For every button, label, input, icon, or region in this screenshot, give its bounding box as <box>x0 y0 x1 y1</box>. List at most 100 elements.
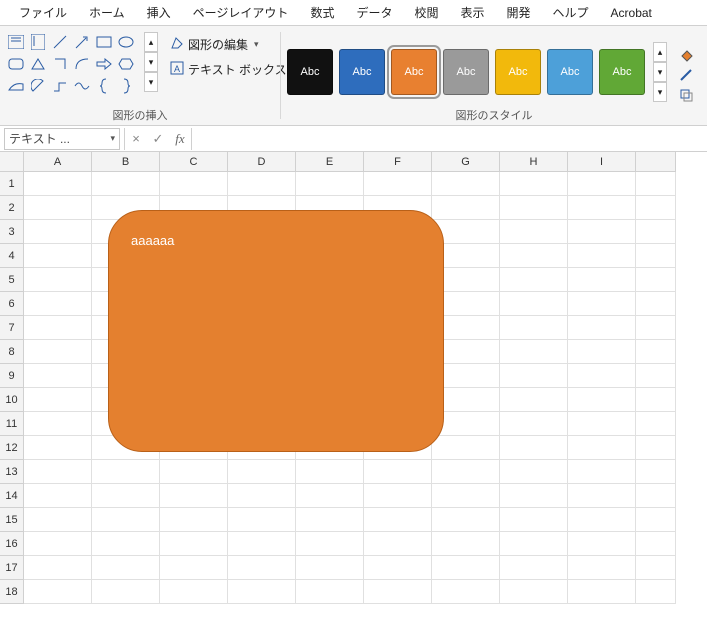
style-swatch-lightblue[interactable]: Abc <box>547 49 593 95</box>
cell[interactable] <box>92 172 160 196</box>
cell[interactable] <box>160 172 228 196</box>
shape-text[interactable]: aaaaaa <box>131 233 174 248</box>
row-header[interactable]: 12 <box>0 436 24 460</box>
cell[interactable] <box>24 460 92 484</box>
cell[interactable] <box>636 220 676 244</box>
cell[interactable] <box>500 292 568 316</box>
cell[interactable] <box>364 532 432 556</box>
cell[interactable] <box>500 412 568 436</box>
cell[interactable] <box>568 532 636 556</box>
cell[interactable] <box>92 460 160 484</box>
textbox-button[interactable]: A テキスト ボックス ▾ <box>170 61 297 78</box>
col-header[interactable]: F <box>364 152 432 172</box>
col-header[interactable]: G <box>432 152 500 172</box>
cell[interactable] <box>228 172 296 196</box>
cell[interactable] <box>432 196 500 220</box>
col-header[interactable]: A <box>24 152 92 172</box>
row-header[interactable]: 11 <box>0 412 24 436</box>
cell[interactable] <box>24 220 92 244</box>
cell[interactable] <box>228 508 296 532</box>
cell[interactable] <box>24 532 92 556</box>
style-swatch-blue[interactable]: Abc <box>339 49 385 95</box>
cell[interactable] <box>228 580 296 604</box>
fx-button[interactable]: fx <box>169 128 191 150</box>
cell[interactable] <box>228 556 296 580</box>
shape-roundrect-icon[interactable] <box>6 54 26 74</box>
cell[interactable] <box>364 556 432 580</box>
shape-wave-icon[interactable] <box>72 76 92 96</box>
row-header[interactable]: 17 <box>0 556 24 580</box>
tab-help[interactable]: ヘルプ <box>542 0 600 26</box>
shapes-gallery[interactable] <box>6 32 136 96</box>
cell[interactable] <box>636 532 676 556</box>
row-header[interactable]: 2 <box>0 196 24 220</box>
shape-corner-icon[interactable] <box>50 54 70 74</box>
worksheet[interactable]: A B C D E F G H I 1234567891011121314151… <box>0 152 707 604</box>
row-header[interactable]: 18 <box>0 580 24 604</box>
cell[interactable] <box>160 484 228 508</box>
tab-pagelayout[interactable]: ページレイアウト <box>182 0 300 26</box>
cell[interactable] <box>364 172 432 196</box>
shape-effects-icon[interactable] <box>679 88 693 102</box>
cell[interactable] <box>500 484 568 508</box>
cell[interactable] <box>636 292 676 316</box>
row-header[interactable]: 4 <box>0 244 24 268</box>
edit-shape-button[interactable]: 図形の編集 ▾ <box>170 36 297 53</box>
cell[interactable] <box>636 244 676 268</box>
cell[interactable] <box>432 532 500 556</box>
tab-insert[interactable]: 挿入 <box>136 0 182 26</box>
row-header[interactable]: 8 <box>0 340 24 364</box>
cell[interactable] <box>160 580 228 604</box>
cell[interactable] <box>500 220 568 244</box>
col-header[interactable]: H <box>500 152 568 172</box>
cell[interactable] <box>636 364 676 388</box>
row-header[interactable]: 6 <box>0 292 24 316</box>
cell[interactable] <box>364 460 432 484</box>
shape-fill-icon[interactable] <box>679 48 693 62</box>
shapes-scroll[interactable]: ▴ ▾ ▾ <box>144 32 158 92</box>
cell[interactable] <box>636 412 676 436</box>
cell[interactable] <box>228 532 296 556</box>
cell[interactable] <box>568 244 636 268</box>
cell[interactable] <box>636 196 676 220</box>
style-swatch-black[interactable]: Abc <box>287 49 333 95</box>
shape-textbox-horiz-icon[interactable] <box>6 32 26 52</box>
cell[interactable] <box>432 460 500 484</box>
cell[interactable] <box>568 412 636 436</box>
cell[interactable] <box>296 508 364 532</box>
chevron-down-icon[interactable]: ▾ <box>110 133 115 144</box>
col-header[interactable]: C <box>160 152 228 172</box>
shape-textbox-vert-icon[interactable] <box>28 32 48 52</box>
col-header[interactable]: E <box>296 152 364 172</box>
col-header[interactable]: I <box>568 152 636 172</box>
tab-data[interactable]: データ <box>345 0 403 26</box>
row-header[interactable]: 13 <box>0 460 24 484</box>
styles-scroll[interactable]: ▴ ▾ ▾ <box>653 42 667 102</box>
cell[interactable] <box>160 532 228 556</box>
cell[interactable] <box>568 556 636 580</box>
cell[interactable] <box>500 388 568 412</box>
cell[interactable] <box>296 532 364 556</box>
cell[interactable] <box>636 268 676 292</box>
cell[interactable] <box>432 556 500 580</box>
chevron-down-icon[interactable]: ▾ <box>653 62 667 82</box>
col-header[interactable]: B <box>92 152 160 172</box>
cell[interactable] <box>432 484 500 508</box>
style-swatch-green[interactable]: Abc <box>599 49 645 95</box>
shape-brace-left-icon[interactable] <box>94 76 114 96</box>
cell[interactable] <box>432 172 500 196</box>
col-header[interactable] <box>636 152 676 172</box>
style-swatch-yellow[interactable]: Abc <box>495 49 541 95</box>
shape-connector-icon[interactable] <box>50 76 70 96</box>
cell[interactable] <box>500 580 568 604</box>
chevron-up-icon[interactable]: ▴ <box>144 32 158 52</box>
cell[interactable] <box>24 172 92 196</box>
col-header[interactable]: D <box>228 152 296 172</box>
cell[interactable] <box>92 532 160 556</box>
tab-review[interactable]: 校閲 <box>403 0 449 26</box>
cell[interactable] <box>432 436 500 460</box>
cell[interactable] <box>500 244 568 268</box>
cell[interactable] <box>500 196 568 220</box>
enter-button[interactable]: ✓ <box>147 128 169 150</box>
cell[interactable] <box>432 508 500 532</box>
